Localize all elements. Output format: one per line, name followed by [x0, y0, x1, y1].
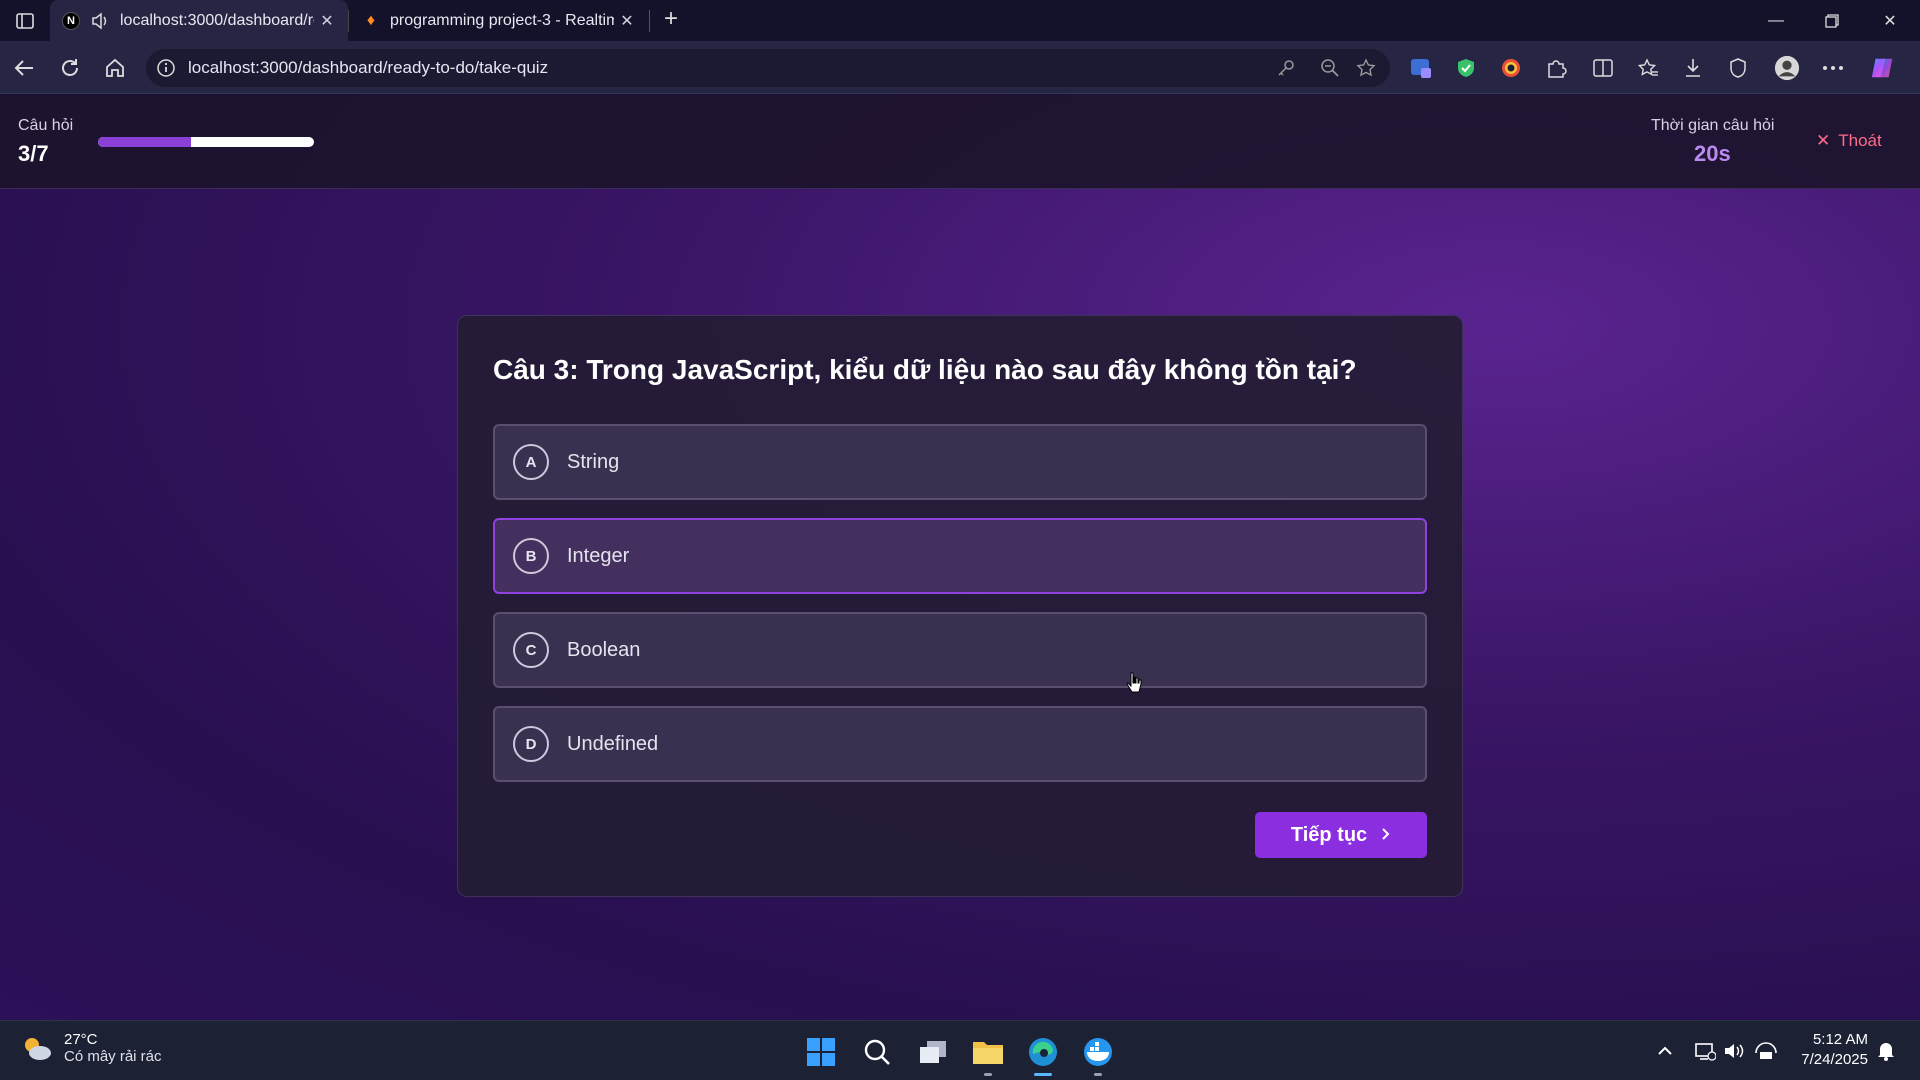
quiz-progress-fill — [98, 137, 191, 147]
question-counter: 3/7 — [18, 141, 49, 166]
tab-quiz[interactable]: N localhost:3000/dashboard/re ✕ — [50, 0, 348, 41]
option-letter: A — [513, 444, 549, 480]
file-explorer-icon[interactable] — [970, 1034, 1006, 1070]
network-icon[interactable] — [1693, 1039, 1717, 1063]
split-screen-icon[interactable] — [1590, 55, 1616, 81]
volume-icon[interactable] — [1722, 1039, 1746, 1063]
option-c[interactable]: C Boolean — [493, 612, 1427, 688]
mouse-cursor-icon — [1126, 672, 1142, 693]
profile-avatar[interactable] — [1774, 55, 1800, 81]
quiz-page: Câu hỏi 3/7 Thời gian câu hỏi 20s ✕ Thoá… — [0, 95, 1920, 1020]
address-toolbar: localhost:3000/dashboard/ready-to-do/tak… — [0, 41, 1920, 94]
tab-divider — [348, 10, 349, 32]
power-status-icon[interactable] — [1754, 1039, 1778, 1063]
option-d[interactable]: D Undefined — [493, 706, 1427, 782]
tab-title: programming project-3 - Realtim — [390, 11, 614, 29]
url-bar[interactable]: localhost:3000/dashboard/ready-to-do/tak… — [146, 49, 1390, 87]
extension-icon[interactable] — [1408, 55, 1434, 81]
key-icon[interactable] — [1276, 58, 1296, 78]
weather-icon — [25, 1038, 51, 1060]
shield-extension-icon[interactable] — [1453, 55, 1479, 81]
question-label: Câu hỏi — [18, 117, 74, 134]
copilot-icon[interactable] — [1870, 55, 1896, 81]
next-label: Tiếp tục — [1290, 823, 1368, 846]
option-letter: B — [513, 538, 549, 574]
option-a[interactable]: A String — [493, 424, 1427, 500]
weather-temp: 27°C — [64, 1031, 98, 1048]
restore-icon[interactable] — [1804, 0, 1860, 41]
quiz-header: Câu hỏi 3/7 Thời gian câu hỏi 20s ✕ Thoá… — [0, 95, 1920, 189]
chevron-right-icon — [1381, 824, 1391, 847]
browser-essentials-icon[interactable] — [1725, 55, 1751, 81]
tab-divider — [649, 10, 650, 32]
next-button[interactable]: Tiếp tục — [1255, 812, 1427, 858]
weather-widget[interactable]: 27°C Có mây rải rác — [20, 1031, 162, 1065]
option-letter: D — [513, 726, 549, 762]
task-view-icon[interactable] — [915, 1034, 951, 1070]
close-window-icon[interactable]: ✕ — [1862, 0, 1918, 41]
sidebar-toggle-icon[interactable] — [10, 8, 40, 34]
browser-tab-bar: N localhost:3000/dashboard/re ✕ ♦ progra… — [0, 0, 1920, 41]
question-card: Câu 3: Trong JavaScript, kiểu dữ liệu nà… — [457, 315, 1463, 897]
option-text: Integer — [567, 544, 630, 567]
exit-label: Thoát — [1838, 131, 1882, 150]
exit-button[interactable]: ✕ Thoát — [1816, 131, 1882, 151]
edge-browser-icon[interactable] — [1025, 1034, 1061, 1070]
color-extension-icon[interactable] — [1498, 55, 1524, 81]
weather-desc: Có mây rải rác — [64, 1048, 162, 1065]
option-text: Boolean — [567, 638, 641, 661]
windows-taskbar: 27°C Có mây rải rác 5:12 AM 7/24/2025 — [0, 1020, 1920, 1080]
close-tab-icon[interactable]: ✕ — [614, 11, 640, 31]
option-b[interactable]: B Integer — [493, 518, 1427, 594]
timer-value: 20s — [1694, 141, 1731, 166]
chevron-up-icon[interactable] — [1653, 1039, 1677, 1063]
back-icon[interactable] — [10, 54, 38, 82]
flame-icon: ♦ — [366, 11, 376, 29]
close-tab-icon[interactable]: ✕ — [314, 11, 340, 31]
question-text: Câu 3: Trong JavaScript, kiểu dữ liệu nà… — [493, 354, 1357, 385]
minimize-icon[interactable]: — — [1748, 0, 1804, 41]
windows-start-icon[interactable] — [803, 1034, 839, 1070]
clock-time: 5:12 AM — [1812, 1031, 1868, 1048]
option-text: String — [567, 450, 620, 473]
docker-icon[interactable] — [1080, 1034, 1116, 1070]
tab-project[interactable]: ♦ programming project-3 - Realtim ✕ — [350, 0, 648, 41]
more-menu-icon[interactable] — [1820, 55, 1846, 81]
puzzle-extensions-icon[interactable] — [1543, 55, 1569, 81]
running-indicator — [1094, 1073, 1102, 1076]
home-icon[interactable] — [101, 54, 129, 82]
favorites-icon[interactable] — [1635, 55, 1661, 81]
running-indicator — [984, 1073, 992, 1076]
search-icon[interactable] — [859, 1034, 895, 1070]
clock-date: 7/24/2025 — [1801, 1051, 1868, 1068]
active-indicator — [1034, 1073, 1052, 1076]
new-tab-button[interactable]: + — [657, 6, 685, 34]
option-letter: C — [513, 632, 549, 668]
favorite-star-icon[interactable] — [1356, 58, 1376, 78]
notification-bell-icon[interactable] — [1874, 1039, 1898, 1063]
tab-title: localhost:3000/dashboard/re — [120, 11, 314, 29]
info-icon[interactable] — [156, 58, 176, 78]
option-text: Undefined — [567, 732, 659, 755]
n-logo-icon: N — [62, 11, 80, 30]
timer-label: Thời gian câu hỏi — [1651, 117, 1775, 134]
url-text: localhost:3000/dashboard/ready-to-do/tak… — [188, 58, 549, 77]
download-icon[interactable] — [1680, 55, 1706, 81]
refresh-icon[interactable] — [56, 54, 84, 82]
close-icon: ✕ — [1816, 131, 1831, 150]
speaker-icon[interactable] — [90, 11, 110, 31]
quiz-progress-bar — [98, 137, 314, 147]
zoom-out-icon[interactable] — [1320, 58, 1340, 78]
system-clock[interactable]: 5:12 AM 7/24/2025 — [1796, 1030, 1868, 1070]
